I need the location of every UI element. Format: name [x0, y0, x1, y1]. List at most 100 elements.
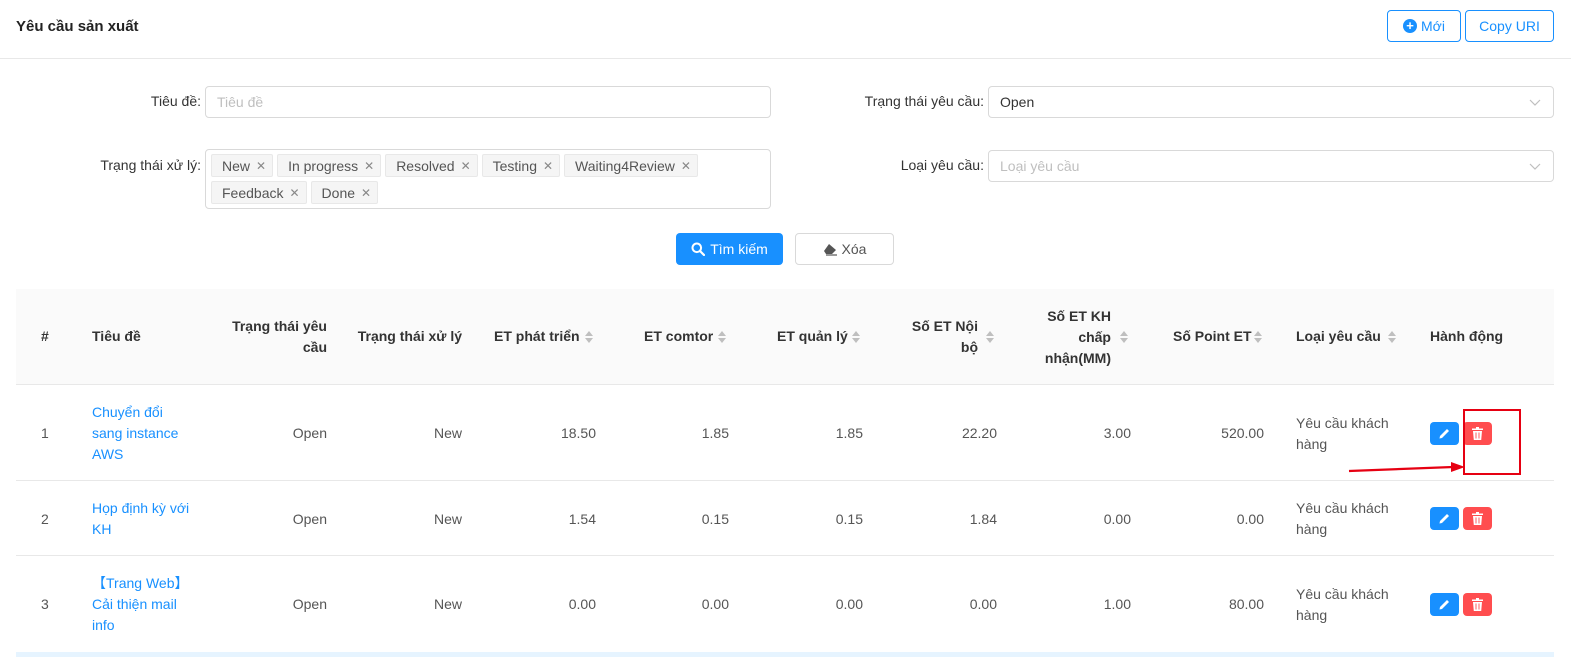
edit-button[interactable] [1430, 422, 1459, 445]
row-request-status: Open [292, 425, 327, 441]
close-icon[interactable]: ✕ [364, 159, 374, 173]
tag-feedback: Feedback ✕ [211, 181, 307, 204]
new-button[interactable]: + Mới [1387, 10, 1461, 42]
request-type-label: Loại yêu cầu: [900, 157, 984, 173]
title-filter-input[interactable]: Tiêu đề [205, 86, 771, 118]
sort-icon[interactable] [1388, 331, 1396, 343]
row-index: 1 [41, 425, 49, 441]
row-request-status: Open [292, 511, 327, 527]
tag-testing: Testing ✕ [481, 154, 561, 177]
row-et-customer: 1.00 [1103, 596, 1131, 612]
row-et-dev: 1.54 [568, 511, 596, 527]
row-et-internal: 22.20 [961, 425, 997, 441]
trash-icon [1472, 598, 1483, 611]
row-et-customer: 3.00 [1103, 425, 1131, 441]
tag-new: New ✕ [211, 154, 274, 177]
row-et-manage: 0.15 [835, 511, 863, 527]
edit-button[interactable] [1430, 507, 1459, 530]
tag-label: New [222, 157, 251, 174]
request-type-select[interactable]: Loại yêu cầu [988, 150, 1554, 182]
delete-button[interactable] [1463, 507, 1492, 530]
request-status-select[interactable]: Open [988, 86, 1554, 118]
row-et-manage: 0.00 [835, 596, 863, 612]
row-process-status: New [433, 596, 462, 612]
row-point-et: 520.00 [1221, 425, 1264, 441]
edit-button[interactable] [1430, 593, 1459, 616]
request-status-label: Trạng thái yêu cầu: [864, 93, 984, 109]
sort-icon[interactable] [852, 331, 860, 343]
trash-icon [1472, 512, 1483, 525]
close-icon[interactable]: ✕ [543, 159, 553, 173]
col-index: # [41, 328, 49, 344]
row-process-status: New [433, 425, 462, 441]
tag-label: Done [321, 184, 356, 201]
row-et-customer: 0.00 [1103, 511, 1131, 527]
search-icon [691, 242, 706, 256]
tag-done: Done ✕ [310, 181, 379, 204]
row-et-internal: 1.84 [969, 511, 997, 527]
request-type-placeholder: Loại yêu cầu [1000, 158, 1080, 174]
clear-button[interactable]: Xóa [795, 233, 894, 265]
chevron-down-icon [1529, 99, 1541, 106]
col-request-status: Trạng thái yêu cầu [232, 318, 327, 355]
table-row: 3 【Trang Web】 Cải thiện mail info Open N… [16, 556, 1554, 652]
tag-label: In progress [288, 157, 359, 174]
row-et-comtor: 0.00 [701, 596, 729, 612]
row-request-type: Yêu cầu khách hàng [1296, 415, 1389, 452]
close-icon[interactable]: ✕ [256, 159, 266, 173]
annotation-arrow-icon [1348, 462, 1465, 473]
col-et-comtor[interactable]: ET comtor [644, 326, 713, 347]
table-row: 1 Chuyển đổi sang instance AWS Open New … [16, 385, 1554, 481]
tag-label: Testing [492, 157, 537, 174]
pencil-icon [1439, 600, 1449, 610]
col-et-dev[interactable]: ET phát triển [494, 326, 580, 347]
col-point-et[interactable]: Số Point ET [1173, 326, 1252, 347]
copy-uri-label: Copy URI [1479, 18, 1540, 34]
eraser-icon [823, 243, 837, 256]
search-button[interactable]: Tìm kiếm [676, 233, 783, 265]
row-request-status: Open [292, 596, 327, 612]
col-et-customer[interactable]: Số ET KH chấp nhận(MM) [1028, 306, 1111, 369]
chevron-down-icon [1529, 163, 1541, 170]
close-icon[interactable]: ✕ [361, 186, 371, 200]
tag-label: Waiting4Review [575, 157, 675, 174]
row-index: 3 [41, 596, 49, 612]
close-icon[interactable]: ✕ [461, 159, 471, 173]
row-et-comtor: 0.15 [701, 511, 729, 527]
col-et-manage[interactable]: ET quản lý [777, 326, 848, 347]
page-title: Yêu cầu sản xuất [16, 18, 139, 35]
row-index: 2 [41, 511, 49, 527]
tag-label: Resolved [396, 157, 455, 174]
row-et-dev: 0.00 [568, 596, 596, 612]
row-et-internal: 0.00 [969, 596, 997, 612]
col-actions: Hành động [1430, 328, 1504, 344]
close-icon[interactable]: ✕ [289, 186, 299, 200]
col-request-type[interactable]: Loại yêu cầu [1296, 326, 1381, 347]
col-title: Tiêu đề [92, 328, 141, 344]
title-filter-placeholder: Tiêu đề [217, 94, 264, 110]
pencil-icon [1439, 429, 1449, 439]
sort-icon[interactable] [1120, 331, 1128, 343]
close-icon[interactable]: ✕ [681, 159, 691, 173]
sort-icon[interactable] [986, 331, 994, 343]
delete-button[interactable] [1463, 593, 1492, 616]
col-et-internal[interactable]: Số ET Nội bộ [896, 316, 978, 358]
sort-icon[interactable] [718, 331, 726, 343]
annotation-highlight-box [1463, 409, 1521, 475]
row-et-dev: 18.50 [560, 425, 596, 441]
row-title-link[interactable]: Chuyển đổi sang instance AWS [92, 402, 192, 465]
process-status-multiselect[interactable]: New ✕ In progress ✕ Resolved ✕ Testing ✕ Wai… [205, 149, 771, 209]
row-point-et: 0.00 [1236, 511, 1264, 527]
row-title-link[interactable]: 【Trang Web】 Cải thiện mail info [92, 573, 192, 636]
row-request-type: Yêu cầu khách hàng [1296, 500, 1389, 537]
plus-circle-icon: + [1403, 19, 1418, 33]
row-title-link[interactable]: Họp định kỳ với KH [92, 498, 202, 540]
sort-icon[interactable] [1254, 331, 1262, 343]
search-button-label: Tìm kiếm [710, 241, 768, 257]
tag-resolved: Resolved ✕ [385, 154, 478, 177]
tag-waiting4review: Waiting4Review ✕ [564, 154, 698, 177]
sort-icon[interactable] [585, 331, 593, 343]
table-bottom-strip [16, 652, 1554, 657]
pencil-icon [1439, 514, 1449, 524]
copy-uri-button[interactable]: Copy URI [1465, 10, 1554, 42]
